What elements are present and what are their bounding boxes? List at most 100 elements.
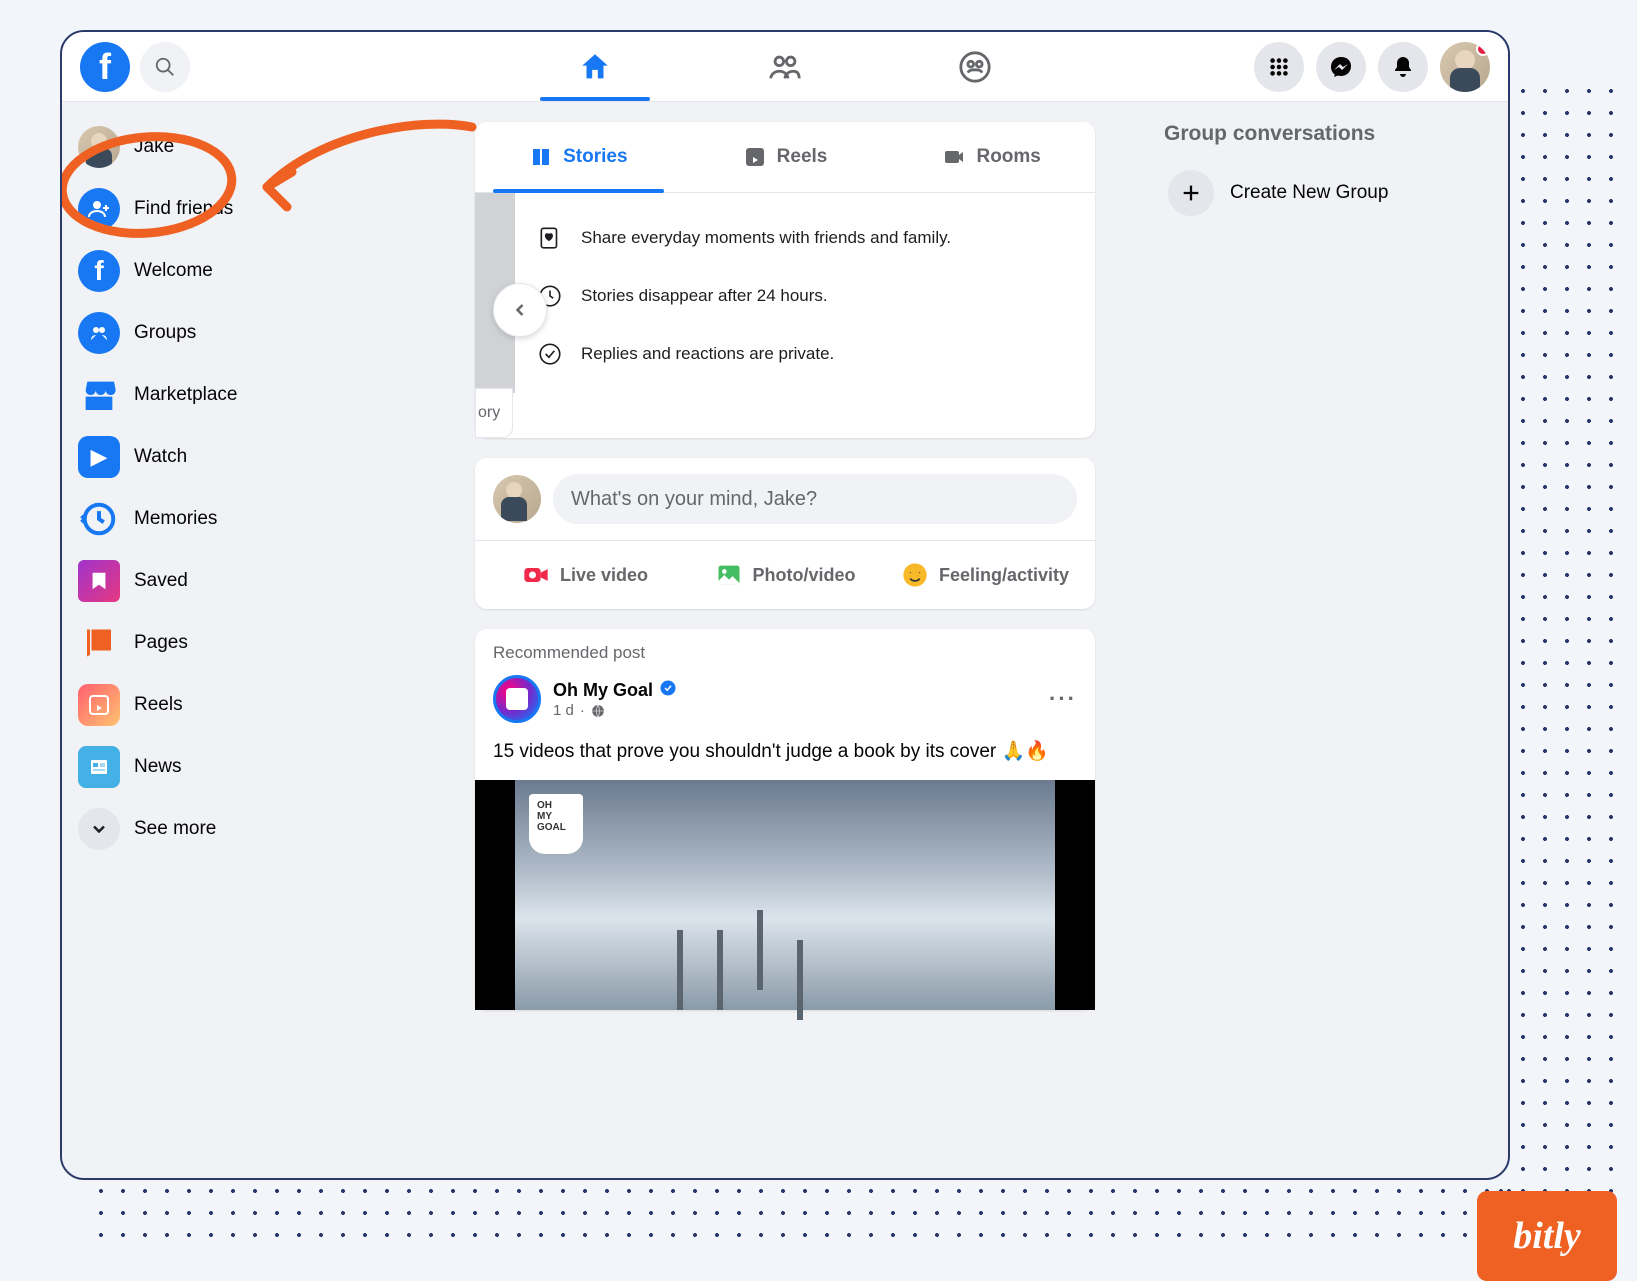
sidebar-item-welcome[interactable]: f Welcome [70,240,414,302]
marketplace-icon [78,374,120,416]
plus-icon [1168,170,1214,216]
separator: · [580,702,585,719]
tab-label: Stories [563,146,627,168]
info-text: Stories disappear after 24 hours. [581,286,828,306]
saved-icon [78,560,120,602]
stories-body: ory Share everyday moments with friends … [475,193,1095,438]
topbar: f [62,32,1508,102]
post-header: Recommended post Oh My Goal 1 d [475,629,1095,729]
right-column: Group conversations Create New Group [1148,102,1508,1178]
messenger-button[interactable] [1316,42,1366,92]
post-watermark: OH MY GOAL [529,794,583,854]
sidebar-label: Memories [134,508,217,530]
photo-icon [715,561,743,589]
stories-info-row: Replies and reactions are private. [535,339,1075,369]
nav-groups[interactable] [920,34,1030,100]
reels-icon [78,684,120,726]
post-card: Recommended post Oh My Goal 1 d [475,629,1095,1010]
tab-label: Rooms [976,146,1040,168]
nav-friends[interactable] [730,34,840,100]
tab-rooms[interactable]: Rooms [888,122,1095,192]
sidebar-item-see-more[interactable]: See more [70,798,414,860]
group-conversations-header: Group conversations [1164,122,1492,146]
stories-info: Share everyday moments with friends and … [515,193,1095,438]
sidebar-item-watch[interactable]: ▶ Watch [70,426,414,488]
sidebar-label: Groups [134,322,196,344]
page-name: Oh My Goal [553,680,653,701]
live-video-button[interactable]: Live video [485,551,685,599]
compose-placeholder: What's on your mind, Jake? [571,488,817,511]
recommended-label: Recommended post [493,643,1077,663]
messenger-icon [1329,55,1353,79]
create-story-fragment[interactable]: ory [475,388,513,438]
composer-avatar[interactable] [493,475,541,523]
composer-card: What's on your mind, Jake? Live video Ph… [475,458,1095,609]
topbar-right [1254,42,1490,92]
sidebar-label: Watch [134,446,187,468]
nav-home[interactable] [540,34,650,100]
post-menu-button[interactable]: ··· [1049,686,1077,712]
sidebar-label: Pages [134,632,188,654]
friends-icon [768,50,802,84]
post-meta: Oh My Goal 1 d · ··· [493,675,1077,723]
sidebar-item-reels[interactable]: Reels [70,674,414,736]
compose-input[interactable]: What's on your mind, Jake? [553,474,1077,524]
menu-button[interactable] [1254,42,1304,92]
tab-stories[interactable]: Stories [475,122,682,192]
sidebar-item-profile[interactable]: Jake [70,116,414,178]
sidebar-item-saved[interactable]: Saved [70,550,414,612]
stories-card: Stories Reels Rooms ory [475,122,1095,438]
bitly-watermark: bitly [1477,1191,1617,1281]
post-time: 1 d [553,702,574,719]
create-new-group[interactable]: Create New Group [1164,160,1492,226]
sidebar-item-memories[interactable]: Memories [70,488,414,550]
action-label: Feeling/activity [939,565,1069,586]
stories-tabs: Stories Reels Rooms [475,122,1095,193]
sidebar-item-pages[interactable]: Pages [70,612,414,674]
news-icon [78,746,120,788]
action-label: Live video [560,565,648,586]
sidebar-item-groups[interactable]: Groups [70,302,414,364]
sidebar-item-marketplace[interactable]: Marketplace [70,364,414,426]
notifications-button[interactable] [1378,42,1428,92]
composer-top: What's on your mind, Jake? [475,458,1095,541]
post-image[interactable]: OH MY GOAL [475,780,1095,1010]
reels-icon [743,145,767,169]
emoji-icon [901,561,929,589]
groups-icon [78,312,120,354]
sidebar-label: Find friends [134,198,233,220]
sidebar-item-news[interactable]: News [70,736,414,798]
notification-dot-icon [1476,42,1490,56]
live-video-icon [522,561,550,589]
tab-label: Reels [777,146,828,168]
avatar-icon [78,126,120,168]
public-icon [591,704,605,718]
decorative-dots-bottom [90,1180,1520,1240]
stories-icon [529,145,553,169]
profile-avatar[interactable] [1440,42,1490,92]
composer-actions: Live video Photo/video Feeling/activity [475,541,1095,609]
rooms-icon [942,145,966,169]
post-text: 15 videos that prove you shouldn't judge… [475,729,1095,780]
sidebar-label: See more [134,818,216,840]
groups-icon [958,50,992,84]
photo-video-button[interactable]: Photo/video [685,551,885,599]
page-name-row[interactable]: Oh My Goal [553,679,677,702]
nav-tabs [540,32,1030,102]
verified-badge-icon [659,679,677,702]
chevron-down-icon [78,808,120,850]
watch-icon: ▶ [78,436,120,478]
feeling-activity-button[interactable]: Feeling/activity [885,551,1085,599]
page-avatar[interactable] [493,675,541,723]
info-text: Replies and reactions are private. [581,344,834,364]
sidebar-item-find-friends[interactable]: Find friends [70,178,414,240]
find-friends-icon [78,188,120,230]
search-button[interactable] [140,42,190,92]
facebook-logo[interactable]: f [80,42,130,92]
tab-reels[interactable]: Reels [682,122,889,192]
sidebar-label: Marketplace [134,384,238,406]
body-layout: Jake Find friends f Welcome Groups [62,102,1508,1178]
memories-icon [78,498,120,540]
scroll-left-button[interactable] [493,283,547,337]
sidebar-label: Saved [134,570,188,592]
